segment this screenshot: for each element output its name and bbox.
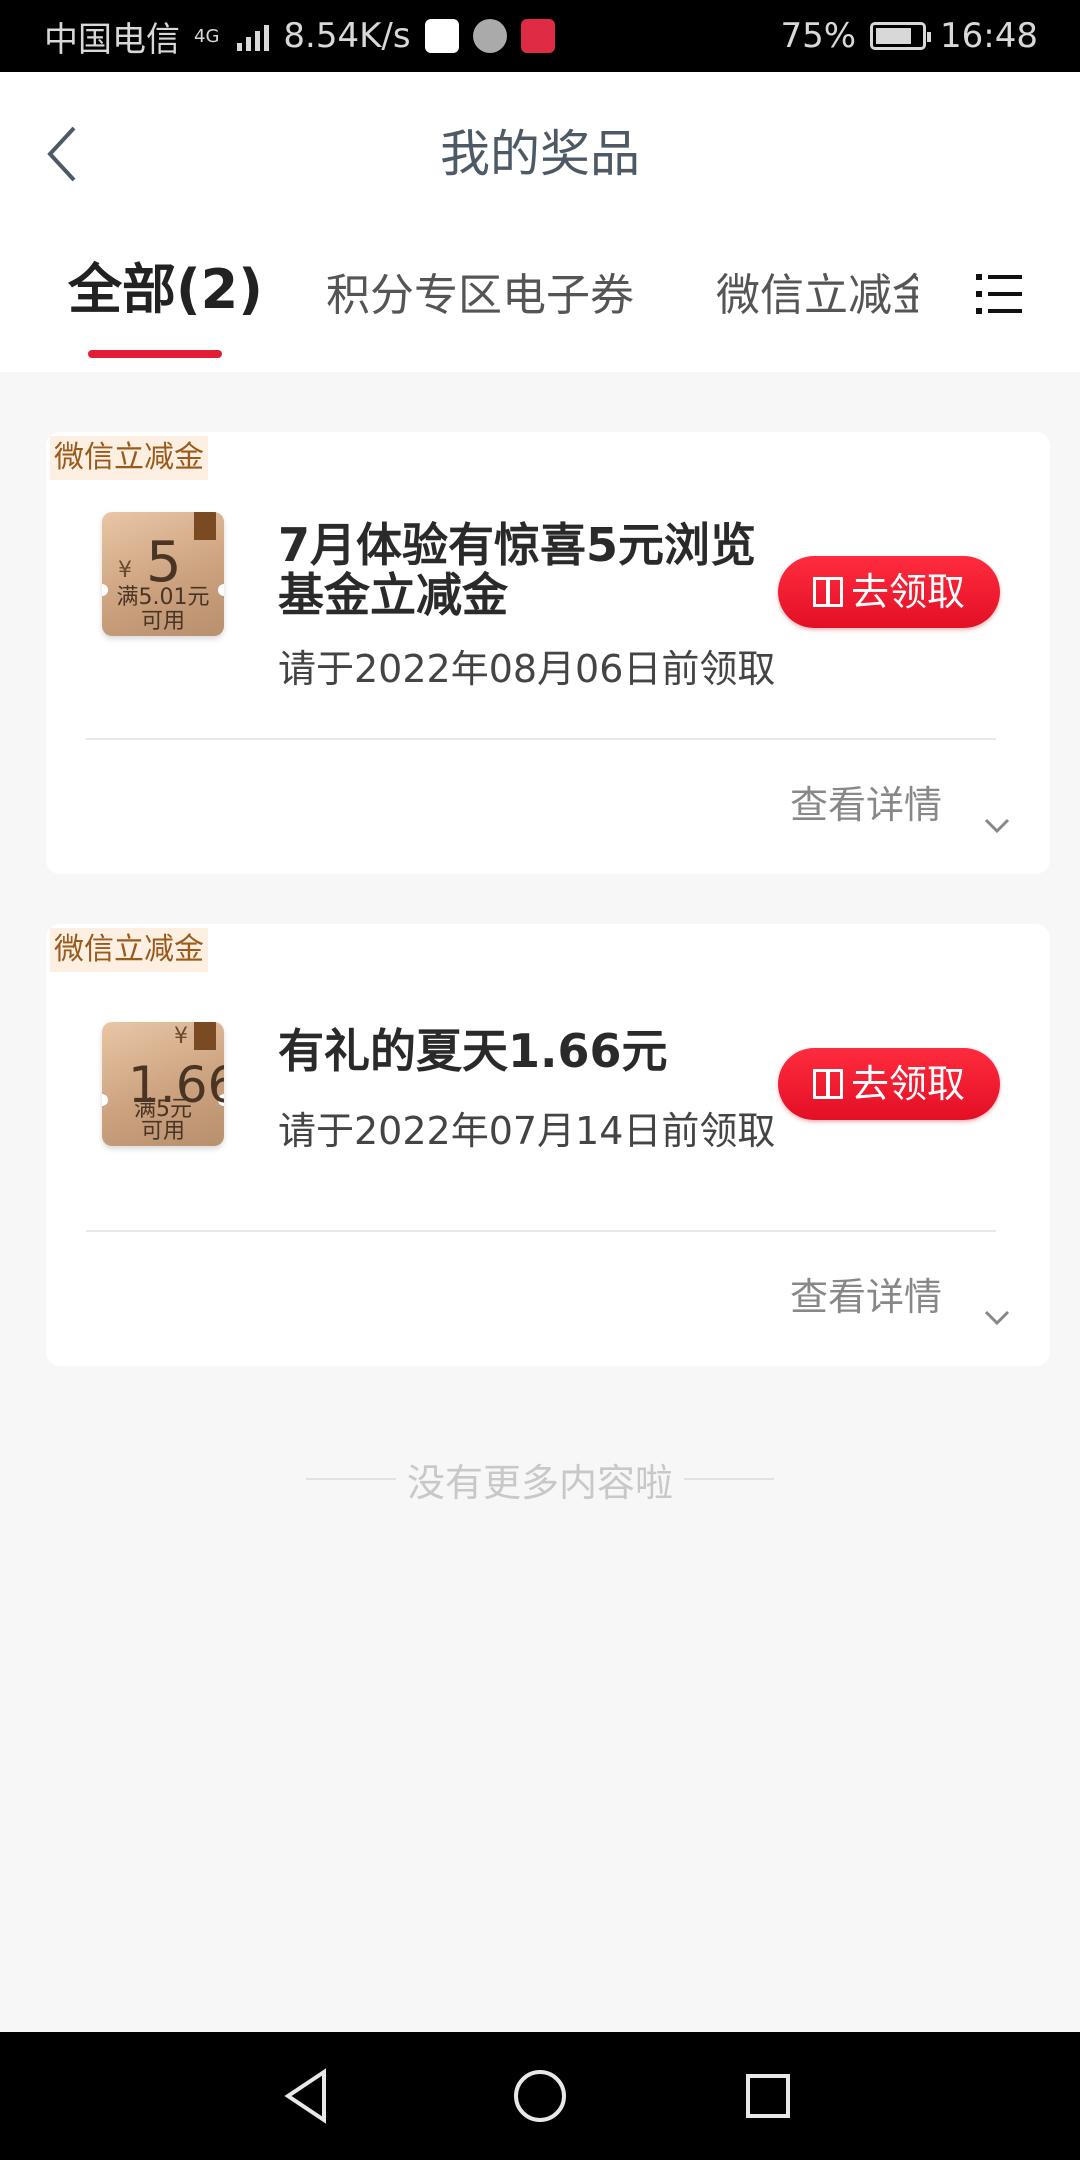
app-notification-icon xyxy=(472,19,507,53)
divider xyxy=(86,1230,996,1232)
claim-button[interactable]: 去领取 xyxy=(778,556,1000,628)
home-circle-icon[interactable] xyxy=(508,2064,572,2128)
network-type: 4G xyxy=(194,25,220,47)
prize-type-tag: 微信立减金 xyxy=(50,436,208,480)
coupon-usable: 可用 xyxy=(140,609,185,634)
gift-icon xyxy=(812,1069,843,1099)
end-of-list-text: 没有更多内容啦 xyxy=(406,1461,673,1505)
system-nav-bar xyxy=(0,2032,1080,2160)
app-notification-icon xyxy=(424,19,459,53)
coupon-badge: ¥ 5 满5.01元 可用 xyxy=(102,512,224,636)
chevron-down-icon[interactable] xyxy=(984,818,1010,834)
page-title: 我的奖品 xyxy=(440,125,640,183)
coupon-badge: ¥ 1.66 满5元 可用 xyxy=(102,1022,224,1146)
end-of-list: 没有更多内容啦 xyxy=(0,1452,1080,1507)
tab-bar: 全部(2) 积分专区电子券 微信立减金 xyxy=(0,250,1080,372)
recents-square-icon[interactable] xyxy=(736,2064,800,2128)
claim-button-label: 去领取 xyxy=(850,570,965,614)
tab-points-vouchers[interactable]: 积分专区电子券 xyxy=(326,256,634,336)
claim-deadline: 请于2022年08月06日前领取 xyxy=(278,647,776,691)
bookmark-icon xyxy=(194,512,216,540)
prize-card: 微信立减金 ¥ 1.66 满5元 可用 有礼的夏天1.66元 请于2022年07… xyxy=(46,924,1050,1366)
view-details-link[interactable]: 查看详情 xyxy=(790,1266,942,1321)
coupon-currency: ¥ xyxy=(174,1024,188,1049)
prize-title: 7月体验有惊喜5元浏览基金立减金 xyxy=(278,518,757,622)
prize-card: 微信立减金 ¥ 5 满5.01元 可用 7月体验有惊喜5元浏览基金立减金 请于2… xyxy=(46,432,1050,874)
battery-percent: 75% xyxy=(780,16,857,56)
screen: 中国电信 4G 8.54K/s 75% 16:48 我的奖品 全部(2) 积分专… xyxy=(0,0,1080,2160)
bookmark-icon xyxy=(194,1022,216,1050)
network-speed: 8.54K/s xyxy=(283,16,411,56)
gift-icon xyxy=(812,577,843,607)
claim-deadline: 请于2022年07月14日前领取 xyxy=(278,1109,776,1153)
carrier-label: 中国电信 xyxy=(44,19,180,60)
tab-wechat-discount[interactable]: 微信立减金 xyxy=(716,256,918,336)
active-tab-indicator xyxy=(88,350,222,358)
claim-button[interactable]: 去领取 xyxy=(778,1048,1000,1120)
divider xyxy=(306,1478,396,1480)
header: 我的奖品 全部(2) 积分专区电子券 微信立减金 xyxy=(0,72,1080,372)
divider xyxy=(684,1478,774,1480)
prize-type-tag: 微信立减金 xyxy=(50,928,208,972)
chevron-down-icon[interactable] xyxy=(984,1310,1010,1326)
signal-icon xyxy=(237,21,270,51)
app-notification-icon xyxy=(520,19,555,53)
tab-all[interactable]: 全部(2) xyxy=(68,250,263,330)
clock: 16:48 xyxy=(940,16,1038,56)
status-bar: 中国电信 4G 8.54K/s 75% 16:48 xyxy=(0,0,1080,72)
list-icon xyxy=(976,274,1022,314)
coupon-condition: 满5.01元 xyxy=(116,585,210,610)
coupon-currency: ¥ xyxy=(118,558,132,583)
claim-button-label: 去领取 xyxy=(850,1062,965,1106)
tab-wechat-discount-label: 微信立减金 xyxy=(716,270,918,321)
coupon-usable: 可用 xyxy=(140,1119,185,1144)
battery-icon xyxy=(870,22,932,50)
category-menu-button[interactable] xyxy=(976,272,1022,316)
prize-title: 有礼的夏天1.66元 xyxy=(278,1024,668,1078)
view-details-link[interactable]: 查看详情 xyxy=(790,774,942,829)
divider xyxy=(86,738,996,740)
back-triangle-icon[interactable] xyxy=(276,2064,340,2128)
